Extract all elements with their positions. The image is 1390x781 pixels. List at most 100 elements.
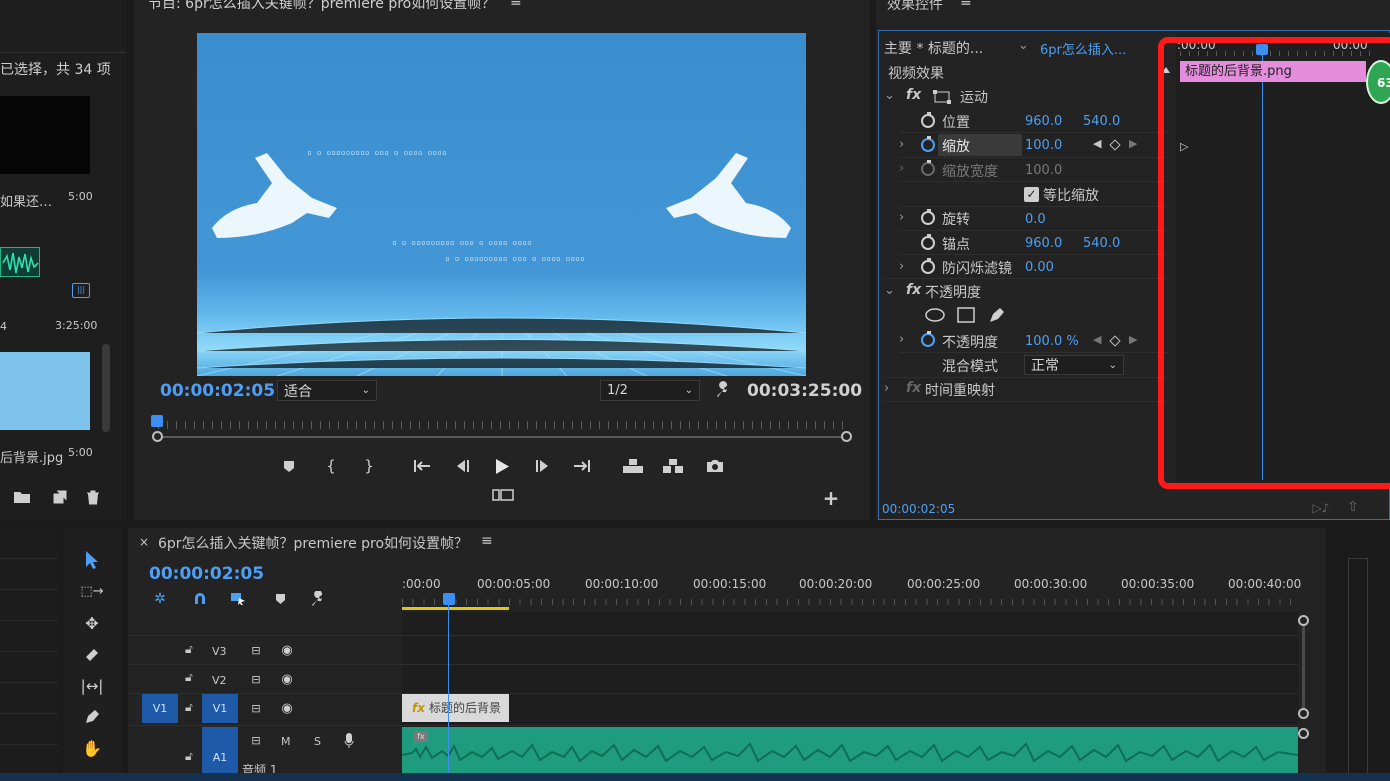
stopwatch-icon[interactable] <box>921 209 935 225</box>
program-scrub-track[interactable] <box>158 436 848 438</box>
antiflicker-value[interactable]: 0.00 <box>1025 260 1054 275</box>
stopwatch-icon[interactable] <box>921 112 935 128</box>
wrench-icon[interactable] <box>712 380 734 400</box>
scrub-start-handle[interactable] <box>152 431 163 442</box>
fit-dropdown[interactable]: 适合 ⌄ <box>277 380 377 401</box>
opacity-value[interactable]: 100.0 % <box>1025 334 1079 349</box>
ec-footer-timecode[interactable]: 00:00:02:05 <box>882 502 955 516</box>
microphone-icon[interactable] <box>341 733 357 749</box>
scroll-handle[interactable] <box>1298 708 1309 719</box>
mark-in-icon[interactable]: { <box>322 457 340 475</box>
timeline-settings-wrench-icon[interactable] <box>308 589 328 609</box>
compare-view-icon[interactable] <box>491 487 515 503</box>
stopwatch-icon[interactable] <box>921 331 935 347</box>
timeline-close-icon[interactable]: × <box>139 535 149 549</box>
audio-waveform-icon[interactable] <box>0 247 40 277</box>
lock-icon[interactable]: 🔓︎ <box>185 642 193 657</box>
trash-icon[interactable] <box>83 487 103 507</box>
uniform-scale-checkbox[interactable]: ✓ <box>1024 187 1039 202</box>
solo-button[interactable]: S <box>314 735 321 748</box>
rotation-value[interactable]: 0.0 <box>1025 212 1046 227</box>
anchor-x-value[interactable]: 960.0 <box>1025 236 1062 251</box>
pen-mask-icon[interactable] <box>986 306 1008 324</box>
program-timecode[interactable]: 00:00:02:05 <box>160 381 275 401</box>
extract-icon[interactable] <box>661 456 685 476</box>
panel-menu-icon[interactable]: ≡ <box>481 533 493 549</box>
export-frame-icon[interactable] <box>704 456 726 476</box>
project-item-name-3[interactable]: 后背景.jpg <box>0 447 63 466</box>
scroll-handle[interactable] <box>1298 728 1309 739</box>
source-clip-label[interactable]: 主要 * 标题的... <box>884 38 983 58</box>
scrub-end-handle[interactable] <box>841 431 852 442</box>
eye-icon[interactable]: ◉ <box>277 701 297 716</box>
project-scrollbar[interactable] <box>102 344 110 432</box>
chevron-expand-icon[interactable]: ⌄ <box>884 283 895 298</box>
chevron-right-icon[interactable]: › <box>899 210 904 225</box>
fx-icon[interactable]: fx <box>906 282 921 298</box>
project-item-thumb-3[interactable] <box>0 352 90 430</box>
selection-tool-icon[interactable] <box>80 548 104 572</box>
marker-icon[interactable] <box>270 589 290 609</box>
program-playhead[interactable] <box>151 415 163 427</box>
track-select-icon[interactable]: ⬚→ <box>80 580 104 602</box>
scale-label[interactable]: 缩放 <box>942 136 970 156</box>
chevron-right-icon[interactable]: › <box>899 137 904 152</box>
ripple-edit-icon[interactable]: ✥ <box>80 612 104 634</box>
new-item-icon[interactable] <box>50 487 70 507</box>
export-icon[interactable]: ⇧ <box>1344 499 1362 515</box>
add-marker-icon[interactable] <box>280 457 298 475</box>
track-v1-toggle[interactable]: V1 <box>202 694 238 723</box>
timeline-title[interactable]: 6pr怎么插入关键帧？premiere pro如何设置帧？ <box>158 533 468 553</box>
lift-icon[interactable] <box>621 456 645 476</box>
chevron-right-icon[interactable]: › <box>884 381 889 396</box>
rectangle-mask-icon[interactable] <box>955 306 977 324</box>
timeline-playhead-head[interactable] <box>443 593 455 605</box>
resolution-dropdown[interactable]: 1/2 ⌄ <box>600 380 700 401</box>
fx-icon[interactable]: fx <box>906 87 921 103</box>
snap-magnet-icon[interactable] <box>190 589 210 609</box>
project-item-thumb-1[interactable] <box>0 96 90 174</box>
button-editor-plus-icon[interactable]: + <box>822 486 840 510</box>
video-frame[interactable]: ▫ ▫ ▫▫▫▫▫▫▫▫▫ ▫▫▫ ▫ ▫▫▫▫ ▫▫▫▫ ▫ ▫ ▫▫▫▫▫▫… <box>197 33 806 376</box>
mark-out-icon[interactable]: } <box>360 457 378 475</box>
eye-icon[interactable]: ◉ <box>277 643 297 658</box>
step-back-icon[interactable] <box>452 457 472 475</box>
video-clip[interactable]: fx 标题的后背景 <box>402 694 509 722</box>
transform-handle-icon[interactable] <box>931 88 953 106</box>
linked-selection-icon[interactable] <box>228 589 248 609</box>
stopwatch-icon[interactable] <box>921 258 935 274</box>
ellipse-mask-icon[interactable] <box>924 306 946 324</box>
chevron-down-icon[interactable]: ⌄ <box>1018 38 1029 53</box>
sync-lock-icon[interactable]: ⊟ <box>247 672 265 686</box>
chevron-right-icon[interactable]: › <box>899 332 904 347</box>
anchor-y-value[interactable]: 540.0 <box>1083 236 1120 251</box>
folder-icon[interactable] <box>12 487 32 507</box>
position-y-value[interactable]: 540.0 <box>1083 114 1120 129</box>
next-keyframe-icon[interactable]: ▶ <box>1129 137 1137 150</box>
hand-tool-icon[interactable]: ✋ <box>80 737 104 759</box>
lock-icon[interactable]: 🔓︎ <box>185 700 193 715</box>
go-to-in-icon[interactable] <box>412 457 432 475</box>
lock-icon[interactable]: 🔓︎ <box>185 749 193 764</box>
filter-audio-icon[interactable]: ▷♪ <box>1312 500 1330 516</box>
project-item-name-1[interactable]: 如果还… <box>0 191 52 210</box>
program-scrub-ticks[interactable] <box>158 421 848 429</box>
work-area-bar[interactable] <box>402 607 509 610</box>
timeline-timecode[interactable]: 00:00:02:05 <box>149 564 264 584</box>
scale-value[interactable]: 100.0 <box>1025 138 1062 153</box>
sync-lock-icon[interactable]: ⊟ <box>247 733 265 747</box>
eye-icon[interactable]: ◉ <box>277 672 297 687</box>
play-icon[interactable] <box>492 456 512 476</box>
chevron-right-icon[interactable]: › <box>899 259 904 274</box>
sequence-clip-label[interactable]: 6pr怎么插入... <box>1040 39 1126 58</box>
source-v1-toggle[interactable]: V1 <box>142 694 178 723</box>
sync-lock-icon[interactable]: ⊟ <box>247 643 265 657</box>
mute-button[interactable]: M <box>281 735 291 748</box>
sync-lock-icon[interactable]: ⊟ <box>247 701 265 715</box>
scroll-handle[interactable] <box>1298 615 1309 626</box>
next-keyframe-icon[interactable]: ▶ <box>1129 333 1137 346</box>
step-forward-icon[interactable] <box>533 457 553 475</box>
stopwatch-icon[interactable] <box>921 136 935 152</box>
prev-keyframe-icon[interactable]: ◀ <box>1093 137 1101 150</box>
panel-menu-icon[interactable]: ≡ <box>960 0 972 10</box>
